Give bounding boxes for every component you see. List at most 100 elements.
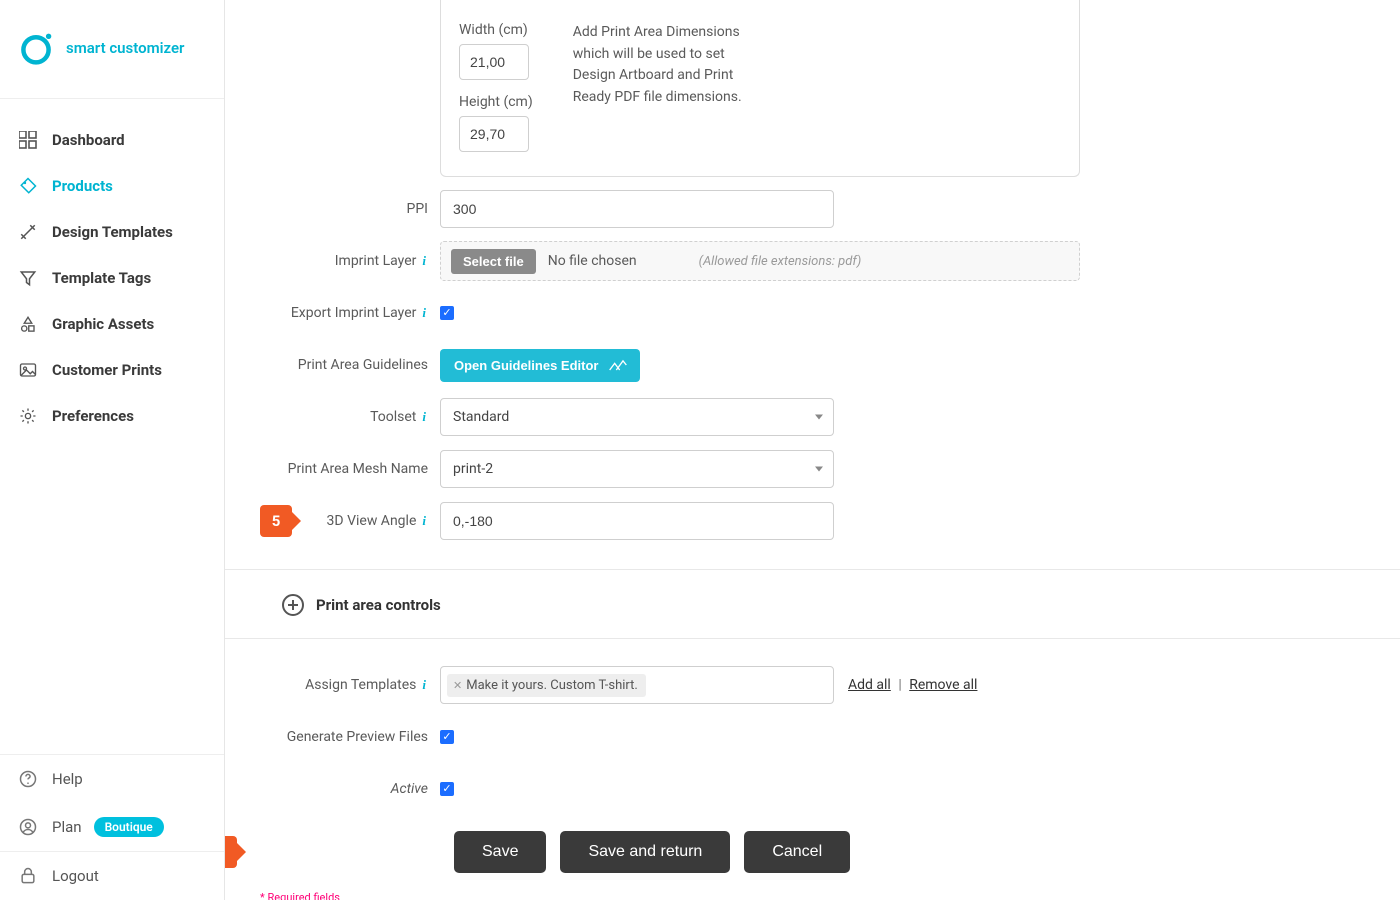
- ppi-row: PPI: [260, 189, 1365, 229]
- main-content: Width (cm) Height (cm) Add Print Area Di…: [225, 0, 1400, 900]
- mesh-name-row: Print Area Mesh Name print-2: [260, 449, 1365, 489]
- sidebar-footer: Help Plan Boutique Logout: [0, 754, 224, 900]
- sidebar-item-preferences[interactable]: Preferences: [0, 393, 224, 439]
- form-actions: 6 Save Save and return Cancel: [260, 831, 1365, 873]
- assign-templates-row: Assign Templates i ✕ Make it yours. Cust…: [260, 665, 1365, 705]
- sidebar-item-label: Plan: [52, 818, 82, 836]
- generate-preview-label: Generate Preview Files: [260, 729, 440, 745]
- sidebar-item-label: Products: [52, 177, 113, 195]
- section-divider: [225, 638, 1400, 639]
- step-marker-5: 5: [260, 505, 292, 537]
- dimensions-help-text: Add Print Area Dimensions which will be …: [573, 22, 758, 152]
- image-icon: [18, 360, 38, 380]
- sidebar-item-design-templates[interactable]: Design Templates: [0, 209, 224, 255]
- mesh-name-label: Print Area Mesh Name: [260, 461, 440, 477]
- generate-preview-checkbox[interactable]: [440, 730, 454, 744]
- sidebar-item-products[interactable]: Products: [0, 163, 224, 209]
- sidebar-item-plan[interactable]: Plan Boutique: [0, 803, 224, 851]
- lock-icon: [18, 866, 38, 886]
- ppi-input[interactable]: [440, 190, 834, 228]
- sidebar-item-label: Dashboard: [52, 131, 125, 149]
- sidebar: smart customizer Dashboard Products Desi…: [0, 0, 225, 900]
- toolset-label: Toolset i: [260, 409, 440, 425]
- sidebar-item-template-tags[interactable]: Template Tags: [0, 255, 224, 301]
- cancel-button[interactable]: Cancel: [744, 831, 850, 873]
- filter-icon: [18, 268, 38, 288]
- imprint-layer-label: Imprint Layer i: [260, 253, 440, 269]
- chevron-down-icon: [815, 467, 823, 472]
- file-extensions-hint: (Allowed file extensions: pdf): [699, 254, 862, 269]
- help-icon: [18, 769, 38, 789]
- view-angle-row: 5 3D View Angle i: [298, 501, 1365, 541]
- file-dropzone[interactable]: Select file No file chosen (Allowed file…: [440, 241, 1080, 281]
- brand-logo-icon: [18, 30, 54, 66]
- ppi-label: PPI: [260, 201, 440, 217]
- sidebar-item-graphic-assets[interactable]: Graphic Assets: [0, 301, 224, 347]
- plus-circle-icon: [282, 594, 304, 616]
- required-fields-note: * Required fields: [260, 891, 1365, 900]
- view-angle-label: 3D View Angle i: [298, 513, 440, 529]
- open-guidelines-editor-button[interactable]: Open Guidelines Editor: [440, 349, 640, 382]
- guidelines-label: Print Area Guidelines: [260, 357, 440, 373]
- mesh-name-select[interactable]: print-2: [440, 450, 834, 488]
- sidebar-item-customer-prints[interactable]: Customer Prints: [0, 347, 224, 393]
- export-imprint-label: Export Imprint Layer i: [260, 305, 440, 321]
- chip-remove-icon[interactable]: ✕: [453, 679, 462, 692]
- info-icon[interactable]: i: [420, 513, 428, 529]
- save-button[interactable]: Save: [454, 831, 546, 873]
- print-area-controls-expander[interactable]: Print area controls: [260, 570, 1365, 638]
- info-icon[interactable]: i: [420, 409, 428, 425]
- guidelines-editor-icon: [608, 358, 626, 372]
- file-status-text: No file chosen: [548, 253, 637, 269]
- toolset-select[interactable]: Standard: [440, 398, 834, 436]
- active-checkbox[interactable]: [440, 782, 454, 796]
- info-icon[interactable]: i: [420, 305, 428, 321]
- sidebar-item-help[interactable]: Help: [0, 755, 224, 803]
- chevron-down-icon: [815, 415, 823, 420]
- sidebar-item-label: Customer Prints: [52, 361, 162, 379]
- toolset-row: Toolset i Standard: [260, 397, 1365, 437]
- dashboard-icon: [18, 130, 38, 150]
- export-imprint-checkbox[interactable]: [440, 306, 454, 320]
- active-row: Active: [260, 769, 1365, 809]
- assign-templates-label: Assign Templates i: [260, 677, 440, 693]
- sidebar-item-label: Template Tags: [52, 269, 151, 287]
- info-icon[interactable]: i: [420, 677, 428, 693]
- sidebar-item-label: Help: [52, 770, 83, 788]
- info-icon[interactable]: i: [420, 253, 428, 269]
- view-angle-input[interactable]: [440, 502, 834, 540]
- brand-name: smart customizer: [66, 39, 184, 57]
- print-area-dimensions-card: Width (cm) Height (cm) Add Print Area Di…: [440, 0, 1080, 177]
- step-marker-6: 6: [225, 836, 237, 868]
- width-label: Width (cm): [459, 22, 533, 38]
- active-label: Active: [260, 781, 440, 797]
- sidebar-item-label: Preferences: [52, 407, 134, 425]
- height-input[interactable]: [459, 116, 529, 152]
- sidebar-item-dashboard[interactable]: Dashboard: [0, 117, 224, 163]
- user-icon: [18, 817, 38, 837]
- add-all-link[interactable]: Add all: [848, 677, 891, 693]
- export-imprint-row: Export Imprint Layer i: [260, 293, 1365, 333]
- width-input[interactable]: [459, 44, 529, 80]
- assign-templates-input[interactable]: ✕ Make it yours. Custom T-shirt.: [440, 666, 834, 704]
- sidebar-item-label: Graphic Assets: [52, 315, 154, 333]
- height-label: Height (cm): [459, 94, 533, 110]
- ruler-pencil-icon: [18, 222, 38, 242]
- plan-badge: Boutique: [94, 817, 164, 837]
- sidebar-item-logout[interactable]: Logout: [0, 851, 224, 900]
- assign-bulk-links: Add all | Remove all: [848, 677, 977, 693]
- sidebar-nav: Dashboard Products Design Templates Temp…: [0, 99, 224, 754]
- sidebar-item-label: Logout: [52, 867, 99, 885]
- sidebar-item-label: Design Templates: [52, 223, 173, 241]
- select-file-button[interactable]: Select file: [451, 249, 536, 274]
- save-and-return-button[interactable]: Save and return: [560, 831, 730, 873]
- imprint-layer-row: Imprint Layer i Select file No file chos…: [260, 241, 1365, 281]
- remove-all-link[interactable]: Remove all: [909, 677, 977, 693]
- generate-preview-row: Generate Preview Files: [260, 717, 1365, 757]
- template-chip: ✕ Make it yours. Custom T-shirt.: [447, 674, 646, 697]
- brand[interactable]: smart customizer: [0, 0, 224, 99]
- gear-icon: [18, 406, 38, 426]
- shapes-icon: [18, 314, 38, 334]
- tag-icon: [18, 176, 38, 196]
- guidelines-row: Print Area Guidelines Open Guidelines Ed…: [260, 345, 1365, 385]
